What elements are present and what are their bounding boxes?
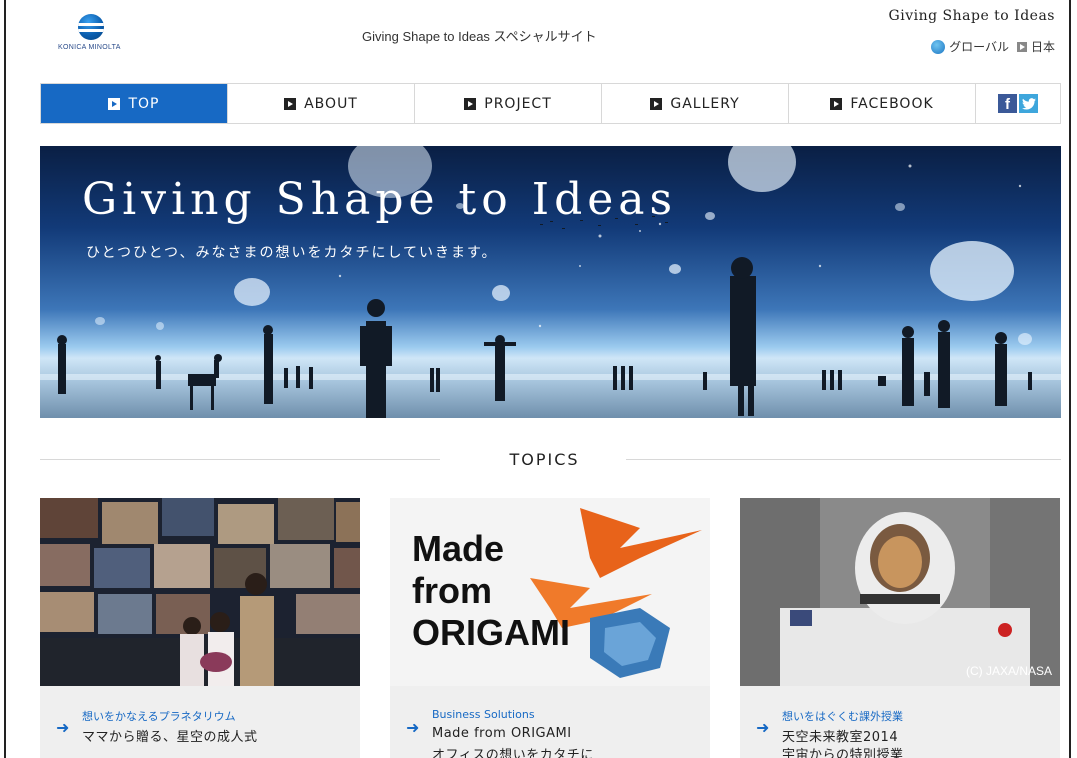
nav-facebook[interactable]: FACEBOOK xyxy=(789,84,976,123)
arrow-square-icon xyxy=(650,97,663,110)
logo-text: KONICA MINOLTA xyxy=(58,44,121,51)
card-text: ➜ Business Solutions Made from ORIGAMI オ… xyxy=(390,694,710,758)
social-links: f xyxy=(976,84,1060,123)
card-subtitle: 想いをかなえるプラネタリウム xyxy=(82,710,236,723)
topic-card-astronaut[interactable]: (C) JAXA/NASA ➜ 想いをはぐくむ課外授業 天空未来教室2014 宇… xyxy=(740,498,1060,758)
header-tagline: Giving Shape to Ideas xyxy=(888,8,1055,24)
site-title: Giving Shape to Ideas スペシャルサイト xyxy=(362,29,597,44)
astronaut-photo: (C) JAXA/NASA xyxy=(740,498,1060,686)
nav-label: PROJECT xyxy=(484,95,552,112)
hero-banner[interactable]: Giving Shape to Ideas ひとつひとつ、みなさまの想いをカタチ… xyxy=(40,146,1061,418)
nav-label: TOP xyxy=(128,95,160,112)
lang-global-link[interactable]: グローバル xyxy=(949,38,1009,55)
arrow-square-icon xyxy=(1016,41,1027,52)
facebook-icon[interactable]: f xyxy=(998,94,1017,113)
lang-japan-link[interactable]: 日本 xyxy=(1031,38,1055,55)
twitter-icon[interactable] xyxy=(1019,94,1038,113)
topic-card-origami[interactable]: Made from ORIGAMI ➜ Business Solutions M… xyxy=(390,498,710,758)
page-frame: KONICA MINOLTA Giving Shape to Ideas スペシ… xyxy=(4,0,1071,758)
planetarium-wedding-photo xyxy=(40,498,360,686)
image-credit: (C) JAXA/NASA xyxy=(965,664,1052,678)
card-subtitle: Business Solutions xyxy=(432,708,535,721)
arrow-square-icon xyxy=(464,97,477,110)
language-switcher: グローバル 日本 xyxy=(931,38,1055,55)
globe-icon xyxy=(931,39,946,54)
konica-minolta-logo[interactable]: KONICA MINOLTA xyxy=(58,14,138,62)
hero-subtitle: ひとつひとつ、みなさまの想いをカタチにしていきます。 xyxy=(86,245,498,261)
card-text: ➜ 想いをはぐくむ課外授業 天空未来教室2014 宇宙からの特別授業 xyxy=(740,694,1060,758)
arrow-right-icon: ➜ xyxy=(56,718,70,737)
card-text: ➜ 想いをかなえるプラネタリウム ママから贈る、星空の成人式 xyxy=(40,694,360,758)
nav-label: FACEBOOK xyxy=(850,95,934,112)
topics-title: TOPICS xyxy=(509,450,580,469)
arrow-right-icon: ➜ xyxy=(756,718,770,737)
card-heading[interactable]: 天空未来教室2014 xyxy=(782,726,898,745)
arrow-square-icon xyxy=(284,97,297,110)
nav-gallery[interactable]: GALLERY xyxy=(602,84,789,123)
card-heading[interactable]: Made from ORIGAMI xyxy=(432,726,572,741)
nav-about[interactable]: ABOUT xyxy=(228,84,415,123)
nav-project[interactable]: PROJECT xyxy=(415,84,602,123)
arrow-square-icon xyxy=(830,97,843,110)
nav-top[interactable]: TOP xyxy=(41,84,228,123)
nav-label: ABOUT xyxy=(304,95,358,112)
card-heading-2[interactable]: オフィスの想いをカタチに xyxy=(432,744,594,758)
hero-title: Giving Shape to Ideas xyxy=(82,174,678,225)
card-heading[interactable]: ママから贈る、星空の成人式 xyxy=(82,726,258,745)
topic-card-planetarium[interactable]: ➜ 想いをかなえるプラネタリウム ママから贈る、星空の成人式 xyxy=(40,498,360,758)
nav-label: GALLERY xyxy=(670,95,740,112)
origami-image-text-line: ORIGAMI xyxy=(412,612,570,653)
origami-image-text-line: from xyxy=(412,570,492,611)
card-heading-2[interactable]: 宇宙からの特別授業 xyxy=(782,744,904,758)
twitter-bird-icon xyxy=(1021,97,1036,110)
main-nav: TOP ABOUT PROJECT GALLERY FACEBOOK f xyxy=(40,83,1061,124)
origami-image-text-line: Made xyxy=(412,528,505,569)
card-subtitle: 想いをはぐくむ課外授業 xyxy=(782,710,903,723)
logo-globe-icon xyxy=(78,14,104,40)
arrow-right-icon: ➜ xyxy=(406,718,420,737)
arrow-square-icon xyxy=(108,97,121,110)
origami-cranes-photo: Made from ORIGAMI xyxy=(390,498,710,686)
origami-image-text: Made from ORIGAMI xyxy=(412,528,570,654)
